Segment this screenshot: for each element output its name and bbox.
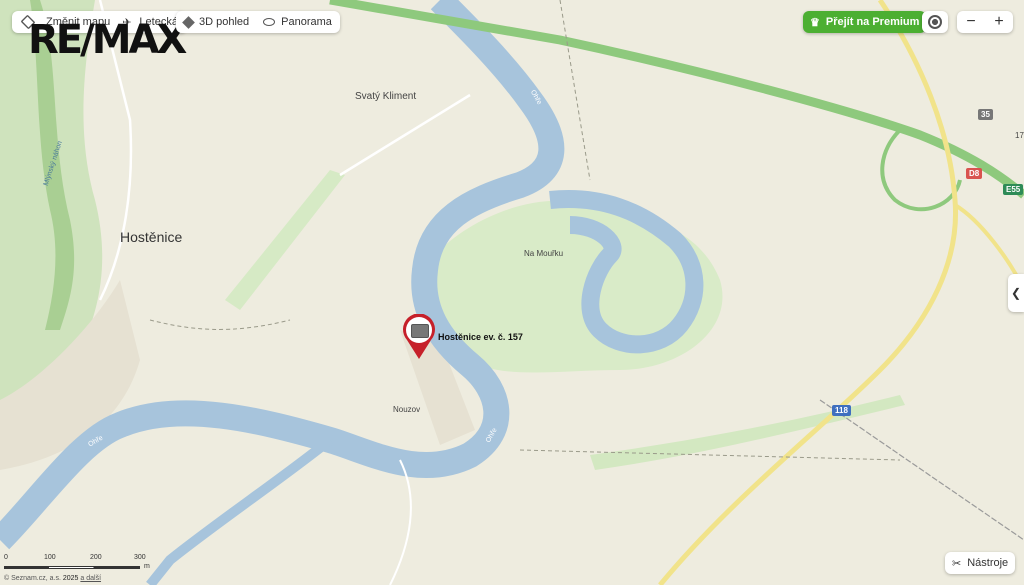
scale-unit: m <box>144 563 150 570</box>
scale-tick-200: 200 <box>90 554 102 561</box>
eye-icon <box>263 18 276 26</box>
panorama-button[interactable]: Panorama <box>263 16 332 28</box>
road-shield-35: 35 <box>978 109 993 120</box>
road-shield-118: 118 <box>832 405 851 416</box>
panorama-label: Panorama <box>281 16 332 28</box>
tools-button[interactable]: ✂ Nástroje <box>945 552 1016 574</box>
map-canvas[interactable] <box>0 0 1024 585</box>
label-nouzov: Nouzov <box>393 405 421 414</box>
tools-label: Nástroje <box>967 557 1009 569</box>
chevron-left-icon: ❮ <box>1010 286 1022 300</box>
panel-toggle-button[interactable]: ❮ <box>1008 274 1024 312</box>
remax-logo: RE/MAX <box>28 17 187 63</box>
3d-view-button[interactable]: 3D pohled <box>182 15 250 29</box>
zoom-control: − + <box>957 11 1013 33</box>
camera-icon <box>411 324 429 338</box>
premium-label: Přejít na Premium <box>825 16 920 28</box>
3d-view-label: 3D pohled <box>199 16 250 28</box>
label-hostenice: Hostěnice <box>120 229 183 245</box>
label-svaty-kliment: Svatý Kliment <box>355 91 417 102</box>
road-number-partial: 17 <box>1015 131 1024 140</box>
scale-tick-100: 100 <box>44 554 56 561</box>
scale-bar: 0 100 200 300 m <box>4 554 154 572</box>
label-na-mourku: Na Mouřku <box>524 249 564 258</box>
view-toolbar: 3D pohled Panorama <box>176 11 340 33</box>
attribution-more-link[interactable]: a další <box>80 575 101 582</box>
location-pin[interactable] <box>402 313 436 360</box>
crown-icon: ♛ <box>810 16 820 29</box>
road-shield-e55: E55 <box>1003 184 1024 195</box>
scale-tick-300: 300 <box>134 554 146 561</box>
location-button[interactable] <box>922 11 948 33</box>
scale-tick-0: 0 <box>4 554 8 561</box>
zoom-out-button[interactable]: − <box>966 13 975 31</box>
premium-button[interactable]: ♛ Přejít na Premium <box>803 11 927 33</box>
attribution-text: © Seznam.cz, a.s. <box>4 575 61 582</box>
road-shield-d8: D8 <box>966 168 983 179</box>
pin-label: Hostěnice ev. č. 157 <box>438 332 523 342</box>
cube-icon <box>182 15 195 29</box>
attribution: © Seznam.cz, a.s. 2025 a další <box>4 575 101 582</box>
target-icon <box>928 15 942 29</box>
attribution-year: 2025 <box>62 575 79 582</box>
zoom-in-button[interactable]: + <box>994 13 1003 31</box>
scale-line <box>4 566 140 569</box>
tools-icon: ✂ <box>952 557 962 570</box>
